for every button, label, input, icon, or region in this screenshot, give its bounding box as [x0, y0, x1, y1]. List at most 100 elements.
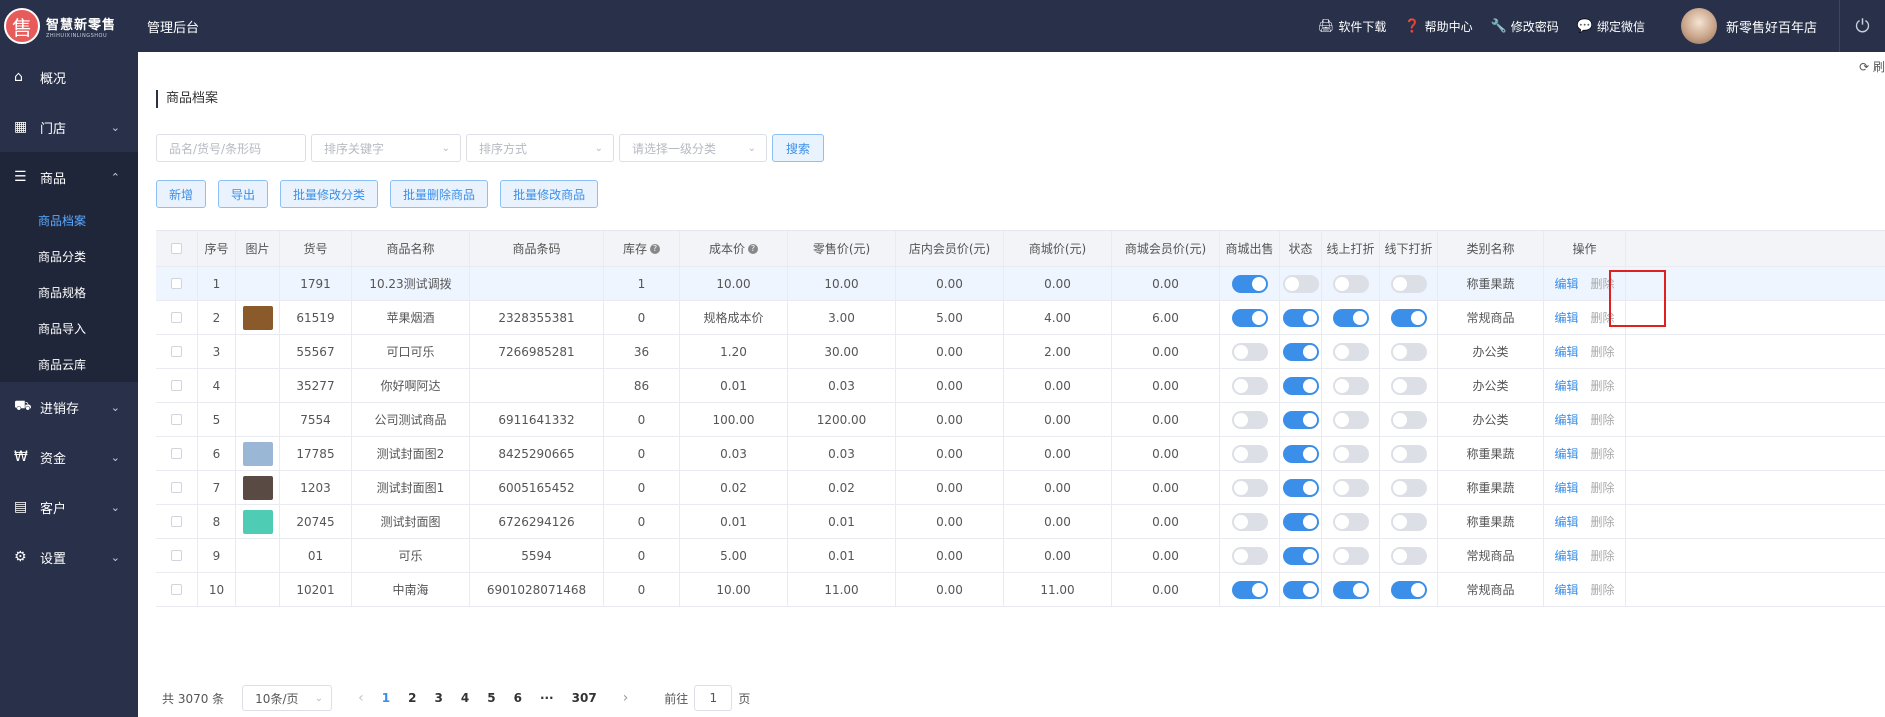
delete-link[interactable]: 删除: [1591, 377, 1615, 394]
sidebar-item-5[interactable]: ▤ 客户 ⌄: [0, 482, 138, 532]
mall-sale-toggle[interactable]: [1231, 546, 1268, 565]
status-toggle[interactable]: [1282, 580, 1319, 599]
online-discount-toggle[interactable]: [1332, 274, 1369, 293]
offline-discount-toggle[interactable]: [1390, 410, 1427, 429]
edit-link[interactable]: 编辑: [1554, 547, 1578, 564]
search-button[interactable]: 搜索: [772, 134, 824, 162]
sidebar-subitem[interactable]: 商品分类: [0, 238, 138, 274]
online-discount-toggle[interactable]: [1332, 478, 1369, 497]
next-page-button[interactable]: ›: [623, 690, 629, 706]
mall-sale-toggle[interactable]: [1231, 308, 1268, 327]
table-row[interactable]: 8 20745 测试封面图 6726294126 0 0.01 0.01 0.00 0.00 0.…: [156, 505, 1885, 539]
status-toggle[interactable]: [1282, 376, 1319, 395]
action-button-2[interactable]: 批量修改分类: [280, 180, 379, 208]
status-toggle[interactable]: [1282, 342, 1319, 361]
sidebar-item-3[interactable]: ⛟ 进销存 ⌄: [0, 382, 138, 432]
edit-link[interactable]: 编辑: [1554, 343, 1578, 360]
mall-sale-toggle[interactable]: [1231, 342, 1268, 361]
delete-link[interactable]: 删除: [1591, 513, 1615, 530]
mall-sale-toggle[interactable]: [1231, 444, 1268, 463]
status-toggle[interactable]: [1282, 274, 1319, 293]
row-checkbox[interactable]: [171, 448, 182, 459]
avatar[interactable]: [1680, 8, 1717, 44]
delete-link[interactable]: 删除: [1591, 479, 1615, 496]
offline-discount-toggle[interactable]: [1390, 512, 1427, 531]
page-number[interactable]: ···: [540, 691, 554, 705]
status-toggle[interactable]: [1282, 444, 1319, 463]
row-checkbox[interactable]: [171, 584, 182, 595]
online-discount-toggle[interactable]: [1332, 444, 1369, 463]
table-row[interactable]: 5 7554 公司测试商品 6911641332 0 100.00 1200.00 0.00 0…: [156, 403, 1885, 437]
row-checkbox[interactable]: [171, 482, 182, 493]
edit-link[interactable]: 编辑: [1554, 581, 1578, 598]
mall-sale-toggle[interactable]: [1231, 274, 1268, 293]
page-size-select[interactable]: 10条/页 ⌄: [242, 685, 333, 711]
edit-link[interactable]: 编辑: [1554, 445, 1578, 462]
online-discount-toggle[interactable]: [1332, 342, 1369, 361]
category-select[interactable]: 请选择一级分类 ⌄: [619, 134, 767, 162]
sort-key-select[interactable]: 排序关键字 ⌄: [311, 134, 461, 162]
online-discount-toggle[interactable]: [1332, 512, 1369, 531]
goto-input[interactable]: 1: [694, 685, 733, 711]
page-number[interactable]: 4: [461, 691, 469, 705]
edit-link[interactable]: 编辑: [1554, 377, 1578, 394]
row-checkbox[interactable]: [171, 278, 182, 289]
row-checkbox[interactable]: [171, 380, 182, 391]
offline-discount-toggle[interactable]: [1390, 308, 1427, 327]
offline-discount-toggle[interactable]: [1390, 274, 1427, 293]
offline-discount-toggle[interactable]: [1390, 580, 1427, 599]
product-thumbnail[interactable]: [242, 305, 273, 330]
power-icon[interactable]: ⏻: [1839, 0, 1885, 52]
offline-discount-toggle[interactable]: [1390, 478, 1427, 497]
table-row[interactable]: 3 55567 可口可乐 7266985281 36 1.20 30.00 0.00 2.00 0…: [156, 335, 1885, 369]
keyword-input[interactable]: 品名/货号/条形码: [156, 134, 306, 162]
status-toggle[interactable]: [1282, 308, 1319, 327]
status-toggle[interactable]: [1282, 546, 1319, 565]
offline-discount-toggle[interactable]: [1390, 342, 1427, 361]
delete-link[interactable]: 删除: [1591, 547, 1615, 564]
row-checkbox[interactable]: [171, 414, 182, 425]
row-checkbox[interactable]: [171, 346, 182, 357]
top-link-0[interactable]: 🖨 软件下载: [1318, 18, 1387, 35]
offline-discount-toggle[interactable]: [1390, 444, 1427, 463]
table-row[interactable]: 9 01 可乐 5594 0 5.00 0.01 0.00 0.00 0.00 常规商品 编辑 删除: [156, 539, 1885, 573]
online-discount-toggle[interactable]: [1332, 546, 1369, 565]
offline-discount-toggle[interactable]: [1390, 546, 1427, 565]
offline-discount-toggle[interactable]: [1390, 376, 1427, 395]
sidebar-subitem[interactable]: 商品规格: [0, 274, 138, 310]
edit-link[interactable]: 编辑: [1554, 275, 1578, 292]
product-thumbnail[interactable]: [242, 475, 273, 500]
sidebar-item-0[interactable]: ⌂ 概况: [0, 52, 138, 102]
product-thumbnail[interactable]: [242, 509, 273, 534]
table-row[interactable]: 7 1203 测试封面图1 6005165452 0 0.02 0.02 0.00 0.00 0.…: [156, 471, 1885, 505]
mall-sale-toggle[interactable]: [1231, 580, 1268, 599]
page-number[interactable]: 6: [514, 691, 522, 705]
sidebar-item-6[interactable]: ⚙ 设置 ⌄: [0, 532, 138, 582]
mall-sale-toggle[interactable]: [1231, 512, 1268, 531]
online-discount-toggle[interactable]: [1332, 376, 1369, 395]
row-checkbox[interactable]: [171, 516, 182, 527]
delete-link[interactable]: 删除: [1591, 445, 1615, 462]
select-all-checkbox[interactable]: [171, 243, 182, 254]
sidebar-subitem[interactable]: 商品云库: [0, 346, 138, 382]
top-link-1[interactable]: ❓ 帮助中心: [1404, 18, 1472, 35]
edit-link[interactable]: 编辑: [1554, 513, 1578, 530]
action-button-4[interactable]: 批量修改商品: [500, 180, 599, 208]
row-checkbox[interactable]: [171, 312, 182, 323]
online-discount-toggle[interactable]: [1332, 580, 1369, 599]
action-button-0[interactable]: 新增: [156, 180, 207, 208]
refresh-button[interactable]: ⟳ 刷: [1859, 58, 1885, 75]
page-number[interactable]: 3: [435, 691, 443, 705]
sidebar-item-1[interactable]: ▦ 门店 ⌄: [0, 102, 138, 152]
mall-sale-toggle[interactable]: [1231, 376, 1268, 395]
prev-page-button[interactable]: ‹: [358, 690, 364, 706]
delete-link[interactable]: 删除: [1591, 411, 1615, 428]
page-number[interactable]: 307: [572, 691, 597, 705]
delete-link[interactable]: 删除: [1591, 581, 1615, 598]
page-number[interactable]: 5: [487, 691, 495, 705]
online-discount-toggle[interactable]: [1332, 410, 1369, 429]
online-discount-toggle[interactable]: [1332, 308, 1369, 327]
status-toggle[interactable]: [1282, 410, 1319, 429]
mall-sale-toggle[interactable]: [1231, 410, 1268, 429]
action-button-1[interactable]: 导出: [218, 180, 269, 208]
